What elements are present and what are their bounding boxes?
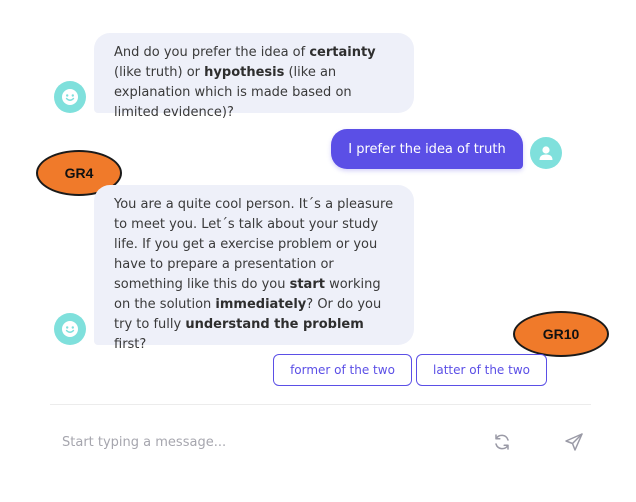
message-text: I prefer the idea of truth [348, 141, 506, 157]
bot-avatar [54, 313, 86, 345]
quick-reply-former-button[interactable]: former of the two [273, 354, 412, 386]
annotation-text: GR4 [64, 165, 94, 181]
message-input[interactable] [62, 428, 462, 456]
composer-divider [50, 404, 591, 405]
smiley-face-icon [62, 321, 78, 337]
message-text-bold: certainty [309, 45, 376, 60]
smiley-face-icon [62, 89, 78, 105]
user-avatar [530, 137, 562, 169]
annotation-text: GR10 [542, 326, 580, 342]
message-text: first? [114, 337, 147, 352]
send-button[interactable] [562, 430, 586, 454]
refresh-icon [495, 434, 509, 450]
user-message-bubble: I prefer the idea of truth [331, 129, 523, 169]
bot-message-bubble: You are a quite cool person. It´s a plea… [94, 185, 414, 352]
message-text-bold: understand the problem [185, 317, 364, 332]
message-text: (like truth) or [114, 65, 205, 80]
refresh-button[interactable] [490, 430, 514, 454]
user-icon [539, 146, 553, 160]
quick-reply-label: former of the two [290, 363, 395, 377]
send-icon [565, 433, 583, 451]
message-text-bold: start [289, 277, 325, 292]
quick-reply-label: latter of the two [433, 363, 530, 377]
message-text-bold: immediately [215, 297, 307, 312]
message-text: And do you prefer the idea of [114, 45, 310, 60]
bot-message-bubble: And do you prefer the idea of certainty … [94, 33, 414, 120]
message-text-bold: hypothesis [204, 65, 285, 80]
quick-reply-latter-button[interactable]: latter of the two [416, 354, 547, 386]
bot-avatar [54, 81, 86, 113]
annotation-label-gr10: GR10 [513, 311, 609, 357]
